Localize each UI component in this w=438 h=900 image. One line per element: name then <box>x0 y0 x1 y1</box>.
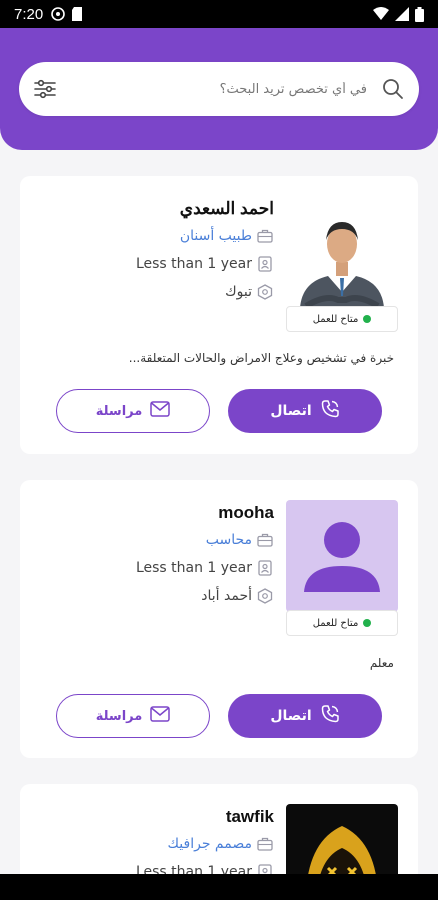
location-text: أحمد أباد <box>201 588 252 604</box>
profile-description: معلم <box>369 656 394 670</box>
specialty-text[interactable]: محاسب <box>206 532 252 548</box>
experience-text: Less than 1 year <box>135 256 252 272</box>
briefcase-icon <box>256 531 274 549</box>
availability-badge: متاح للعمل <box>286 306 398 332</box>
search-input[interactable] <box>57 81 381 97</box>
id-badge-icon <box>256 255 274 273</box>
status-dot-icon <box>363 315 372 323</box>
profile-photo <box>286 196 398 308</box>
profile-info: احمد السعدي طبيب أسنان Less than 1 year … <box>44 196 274 306</box>
message-button[interactable]: مراسلة <box>56 694 210 738</box>
call-label: اتصال <box>270 708 312 724</box>
id-badge-icon <box>256 559 274 577</box>
app-notification-icon <box>51 7 66 21</box>
message-label: مراسلة <box>95 403 143 419</box>
status-time: 7:20 <box>14 5 44 23</box>
message-label: مراسلة <box>95 708 143 724</box>
phone-icon <box>320 704 340 728</box>
signal-icon <box>395 7 409 21</box>
envelope-icon <box>150 401 171 421</box>
location-icon <box>256 283 274 301</box>
envelope-icon <box>150 706 171 726</box>
specialty-text[interactable]: طبيب أسنان <box>180 228 252 244</box>
call-button[interactable]: اتصال <box>228 389 382 433</box>
profile-card[interactable]: متاح للعمل mooha محاسب Less than 1 year … <box>20 480 418 758</box>
profile-name: احمد السعدي <box>179 199 274 218</box>
availability-label: متاح للعمل <box>312 617 359 629</box>
availability-label: متاح للعمل <box>312 313 359 325</box>
location-text: تبوك <box>225 284 252 300</box>
sd-card-icon <box>72 7 83 21</box>
status-dot-icon <box>363 619 372 627</box>
system-navigation-bar <box>0 874 438 900</box>
battery-icon <box>415 6 424 22</box>
call-label: اتصال <box>270 403 312 419</box>
call-button[interactable]: اتصال <box>228 694 382 738</box>
profile-photo-placeholder <box>286 500 398 612</box>
profile-info: mooha محاسب Less than 1 year أحمد أباد <box>44 500 274 610</box>
availability-badge: متاح للعمل <box>286 610 398 636</box>
profile-description: خبرة في تشخيص وعلاج الامراض والحالات الم… <box>128 351 394 365</box>
message-button[interactable]: مراسلة <box>56 389 210 433</box>
search-bar <box>19 62 419 116</box>
profile-name: tawfik <box>225 807 274 826</box>
profile-card[interactable]: متاح للعمل احمد السعدي طبيب أسنان Less t… <box>20 176 418 454</box>
location-icon <box>256 587 274 605</box>
wifi-icon <box>373 7 389 20</box>
phone-icon <box>320 399 340 423</box>
briefcase-icon <box>256 835 274 853</box>
briefcase-icon <box>256 227 274 245</box>
specialty-text[interactable]: مصمم جرافيك <box>168 836 253 852</box>
profile-name: mooha <box>218 503 274 522</box>
experience-text: Less than 1 year <box>135 560 252 576</box>
search-icon[interactable] <box>381 77 405 101</box>
status-bar: 7:20 <box>0 0 438 28</box>
filter-icon[interactable] <box>33 77 57 101</box>
